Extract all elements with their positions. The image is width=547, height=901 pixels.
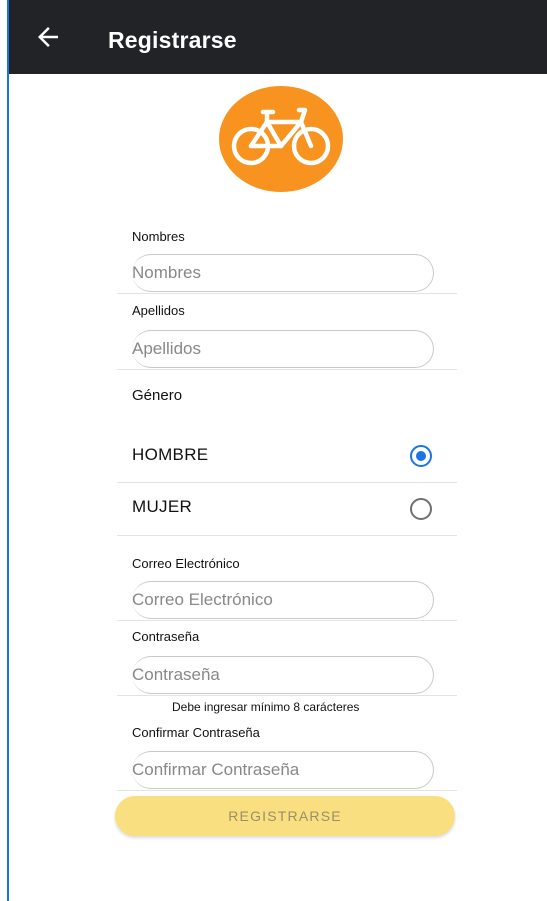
confirmar-label: Confirmar Contraseña — [132, 725, 260, 740]
radio-option-mujer-label[interactable]: MUJER — [132, 497, 192, 517]
contrasena-field[interactable] — [132, 656, 434, 694]
nombres-input[interactable] — [132, 255, 422, 291]
apellidos-field[interactable] — [132, 330, 434, 368]
divider — [117, 293, 457, 294]
confirmar-input[interactable] — [132, 752, 422, 788]
radio-mujer[interactable] — [410, 498, 432, 520]
divider — [117, 620, 457, 621]
bicycle-icon — [231, 107, 331, 166]
contrasena-input[interactable] — [132, 657, 422, 693]
page-title: Registrarse — [108, 27, 237, 53]
apellidos-label: Apellidos — [132, 303, 185, 318]
apellidos-input[interactable] — [132, 331, 422, 367]
genero-label: Género — [132, 387, 183, 404]
nombres-label: Nombres — [132, 229, 185, 244]
password-hint: Debe ingresar mínimo 8 carácteres — [172, 700, 360, 714]
bicycle-logo — [219, 86, 343, 192]
window-edge — [0, 0, 9, 901]
radio-hombre[interactable] — [410, 445, 432, 467]
correo-input[interactable] — [132, 582, 422, 618]
confirmar-field[interactable] — [132, 751, 434, 789]
correo-field[interactable] — [132, 581, 434, 619]
divider — [117, 790, 457, 791]
divider — [117, 535, 457, 536]
radio-option-hombre-label[interactable]: HOMBRE — [132, 445, 208, 465]
divider — [117, 369, 457, 370]
registrarse-button[interactable]: REGISTRARSE — [115, 796, 455, 836]
correo-label: Correo Electrónico — [132, 556, 240, 571]
app-bar: Registrarse — [9, 0, 547, 74]
contrasena-label: Contraseña — [132, 629, 200, 644]
arrow-left-icon[interactable] — [33, 22, 63, 52]
nombres-field[interactable] — [132, 254, 434, 292]
divider — [117, 695, 457, 696]
divider — [117, 482, 457, 483]
